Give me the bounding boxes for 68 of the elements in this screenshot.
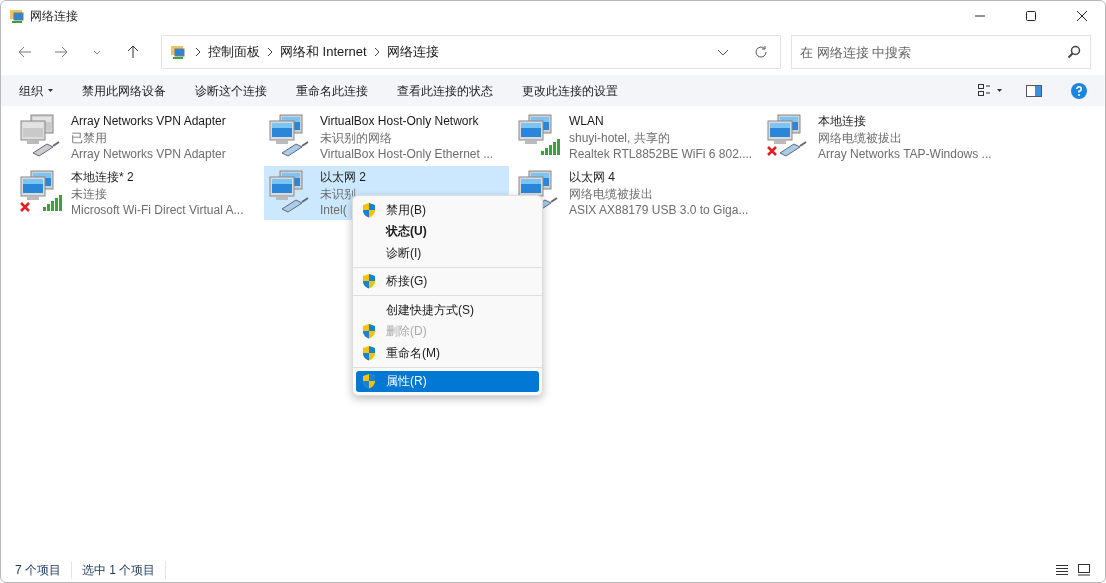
menu-item[interactable]: 状态(U)	[356, 220, 539, 242]
device-name: Array Networks VPN Adapter	[71, 146, 226, 163]
connection-name: 本地连接	[818, 113, 867, 130]
device-name: VirtualBox Host-Only Ethernet ...	[320, 146, 494, 163]
menu-item[interactable]: 属性(R)	[356, 370, 539, 392]
maximize-icon[interactable]	[1026, 11, 1036, 21]
toolbar-button[interactable]: 禁用此网络设备	[74, 77, 174, 104]
connection-item[interactable]: VirtualBox Host-Only Network 未识别的网络 VirtualBox Host-Only Ethernet ...	[264, 110, 509, 164]
breadcrumb-link[interactable]: 网络和 Internet	[280, 42, 367, 62]
details-view-icon[interactable]	[1055, 564, 1069, 576]
chevron-right-icon	[372, 47, 381, 57]
large-icons-view-icon[interactable]	[1077, 564, 1091, 576]
help-icon[interactable]	[1071, 82, 1087, 99]
network-folder-icon	[9, 8, 25, 24]
menu-item[interactable]: 重命名(M)	[356, 342, 539, 364]
device-name: Microsoft Wi-Fi Direct Virtual A...	[71, 202, 244, 219]
connection-status: 未连接	[71, 185, 108, 202]
connection-status: shuyi-hotel, 共享的	[569, 129, 671, 146]
breadcrumb-link[interactable]: 控制面板	[208, 42, 260, 62]
caret-icon[interactable]	[997, 89, 1002, 92]
connection-name: 本地连接* 2	[71, 169, 135, 186]
connection-item[interactable]: 本地连接* 2 未连接 Microsoft Wi-Fi Direct Virtual A...	[15, 166, 260, 220]
back-arrow-icon[interactable]	[18, 45, 32, 59]
chevron-right-icon	[266, 47, 274, 57]
forward-arrow-icon[interactable]	[54, 45, 68, 59]
shield-icon	[361, 323, 377, 340]
connection-status: 网络电缆被拔出	[818, 129, 903, 146]
chevron-right-icon	[194, 47, 202, 57]
shield-icon	[361, 373, 377, 390]
search-icon	[1067, 45, 1081, 59]
connection-item[interactable]: WLAN shuyi-hotel, 共享的 Realtek RTL8852BE WiFi 6 802....	[513, 110, 758, 164]
connection-status: 未识别的网络	[320, 129, 393, 146]
shield-icon	[361, 344, 377, 361]
item-count: 7 个项目	[15, 561, 72, 579]
menu-item[interactable]: 创建快捷方式(S)	[356, 299, 539, 321]
search-field[interactable]: 在 网络连接 中搜索	[791, 35, 1091, 69]
device-name: Realtek RTL8852BE WiFi 6 802....	[569, 146, 753, 163]
breadcrumb-link[interactable]: 网络连接	[386, 42, 439, 62]
connection-name: WLAN	[569, 113, 605, 130]
selection-count: 选中 1 个项目	[82, 561, 167, 579]
shield-icon	[361, 273, 377, 290]
connection-name: VirtualBox Host-Only Network	[320, 113, 480, 130]
caret-icon	[48, 89, 53, 92]
preview-pane-icon[interactable]	[1026, 84, 1042, 97]
connection-status: 网络电缆被拔出	[569, 185, 654, 202]
toolbar-button[interactable]: 重命名此连接	[288, 77, 376, 104]
address-bar[interactable]: 控制面板 网络和 Internet 网络连接	[161, 35, 781, 69]
shield-icon	[361, 201, 377, 218]
menu-item[interactable]: 桥接(G)	[356, 270, 539, 292]
network-folder-icon	[170, 44, 188, 60]
toolbar-button[interactable]: 查看此连接的状态	[389, 77, 501, 104]
connection-name: 以太网 4	[569, 169, 616, 186]
connection-name: Array Networks VPN Adapter	[71, 113, 226, 130]
toolbar-button[interactable]: 诊断这个连接	[187, 77, 275, 104]
device-name: Array Networks TAP-Windows ...	[818, 146, 992, 163]
toolbar-button[interactable]: 更改此连接的设置	[514, 77, 626, 104]
window-title: 网络连接	[30, 8, 78, 25]
view-options-icon[interactable]	[978, 84, 992, 97]
device-name: Intel(	[320, 202, 348, 219]
connection-item[interactable]: 本地连接 网络电缆被拔出 Array Networks TAP-Windows ...	[762, 110, 1007, 164]
connection-status: 已禁用	[71, 129, 108, 146]
refresh-icon[interactable]	[754, 45, 768, 59]
connection-name: 以太网 2	[320, 169, 366, 186]
toolbar-button[interactable]: 组织	[11, 77, 61, 104]
menu-item[interactable]: 诊断(I)	[356, 242, 539, 264]
device-name: ASIX AX88179 USB 3.0 to Giga...	[569, 202, 749, 219]
close-icon[interactable]	[1077, 11, 1087, 21]
up-arrow-icon[interactable]	[126, 45, 140, 59]
